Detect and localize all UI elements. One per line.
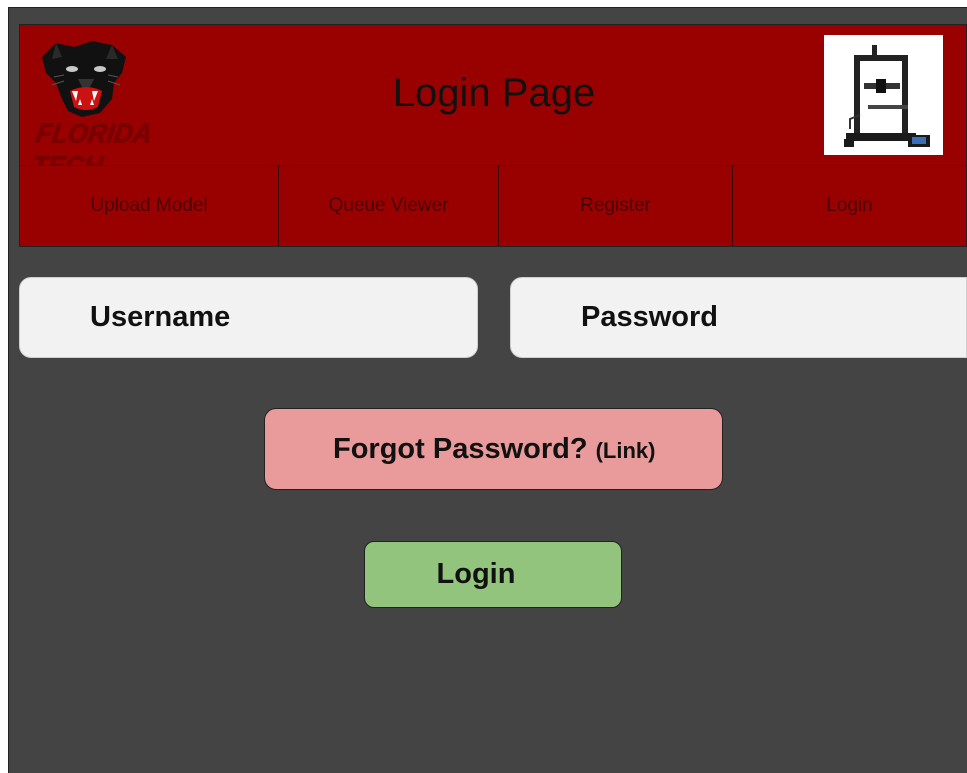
nav-item-login[interactable]: Login [733,166,966,246]
nav-item-queue-viewer[interactable]: Queue Viewer [279,166,499,246]
forgot-password-link-note: (Link) [595,438,656,463]
3d-printer-icon [824,45,943,159]
forgot-password-link[interactable]: Forgot Password? (Link) [264,408,723,490]
password-input[interactable] [579,300,966,335]
printer-image [824,35,943,155]
login-button[interactable]: Login [364,541,622,608]
username-field[interactable] [19,277,478,358]
nav-item-upload-model[interactable]: Upload Model [20,166,279,246]
header-bar: FLORIDA TECH Login Page [19,24,967,182]
password-field[interactable] [510,277,967,358]
nav-item-register[interactable]: Register [499,166,733,246]
forgot-password-label: Forgot Password? [333,432,588,465]
username-input[interactable] [88,300,477,335]
nav-bar: Upload Model Queue Viewer Register Login [19,165,967,247]
